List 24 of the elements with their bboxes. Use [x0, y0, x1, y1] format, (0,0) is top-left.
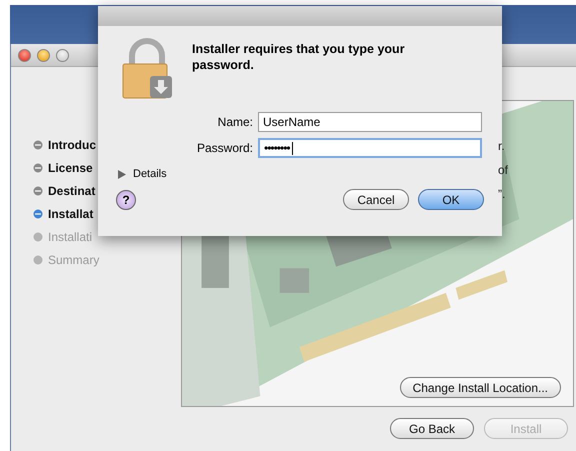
change-install-location-button[interactable]: Change Install Location... [400, 377, 561, 398]
dialog-button[interactable]: OK [418, 189, 484, 210]
step-label: Installat [48, 207, 94, 221]
password-field[interactable]: •••••••• [258, 138, 482, 158]
name-field[interactable]: UserName [258, 112, 482, 132]
help-button[interactable]: ? [116, 190, 136, 210]
disclosure-triangle-icon [118, 170, 126, 178]
dialog-button[interactable]: Cancel [343, 189, 409, 210]
close-button[interactable] [18, 48, 31, 62]
minimize-button[interactable] [37, 48, 50, 62]
step-label: License [48, 161, 93, 175]
zoom-button[interactable] [56, 48, 69, 62]
details-disclosure[interactable]: Details [116, 168, 167, 180]
body-text: ”. [498, 187, 506, 201]
field-label: Name: [216, 115, 253, 129]
padlock-icon [120, 38, 174, 100]
field-label: Password: [196, 141, 253, 155]
step-label: Summary [48, 253, 100, 267]
step-label: Introduc [48, 138, 96, 152]
step-label: Installati [48, 230, 92, 244]
step-label: Destinat [48, 184, 96, 198]
window-button[interactable]: Go Back [390, 418, 474, 439]
body-text: r. [498, 139, 506, 153]
dialog-message: Installer requires that you type your password. [192, 41, 406, 74]
